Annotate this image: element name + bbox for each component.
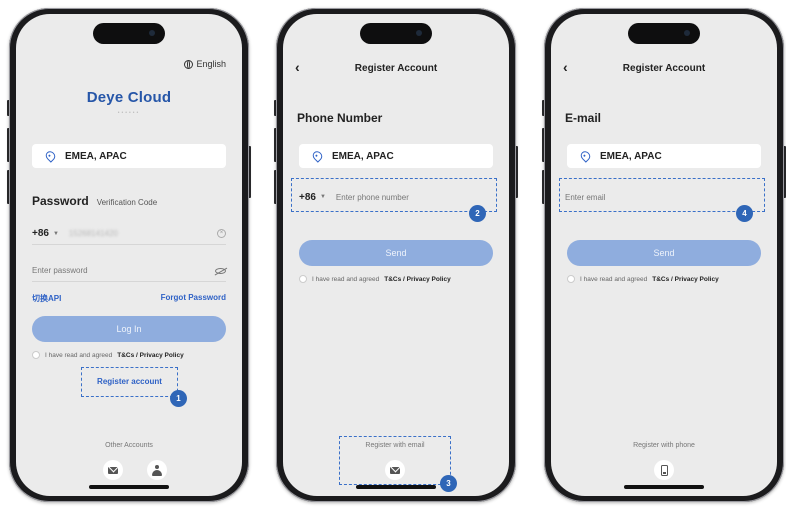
tab-verification-code[interactable]: Verification Code [97, 198, 157, 207]
email-input-callout-box [559, 178, 765, 212]
camera-icon [416, 30, 422, 36]
register-email-screen: ‹ Register Account E-mail EMEA, APAC Ent… [551, 14, 777, 496]
agree-radio[interactable] [32, 351, 40, 359]
send-button[interactable]: Send [567, 240, 761, 266]
home-indicator [356, 485, 436, 489]
camera-icon [684, 30, 690, 36]
dynamic-island [628, 23, 700, 44]
step-badge-4: 4 [736, 205, 753, 222]
phone-login: English Deye Cloud •••••• EMEA, APAC Pas… [7, 8, 251, 502]
logo-subtitle: •••••• [117, 110, 141, 116]
clear-icon[interactable]: × [217, 229, 226, 238]
home-indicator [89, 485, 169, 489]
terms-link[interactable]: T&Cs / Privacy Policy [384, 276, 450, 283]
region-selector[interactable]: EMEA, APAC [299, 144, 493, 168]
language-selector[interactable]: English [184, 59, 226, 69]
page-title: Register Account [354, 63, 438, 74]
language-label: English [196, 59, 226, 69]
terms-agreement: I have read and agreed T&Cs / Privacy Po… [299, 275, 451, 283]
agree-radio[interactable] [567, 275, 575, 283]
phone-input-callout-box [291, 178, 497, 212]
dynamic-island [93, 23, 165, 44]
step-badge-3: 3 [440, 475, 457, 492]
region-selector[interactable]: EMEA, APAC [567, 144, 761, 168]
section-title: Phone Number [297, 111, 383, 125]
password-input-row[interactable]: Enter password [32, 260, 226, 282]
mobile-phone-icon [660, 464, 668, 476]
mail-icon [390, 466, 400, 474]
chevron-down-icon[interactable]: ▼ [53, 231, 59, 237]
location-pin-icon [310, 149, 325, 163]
switch-api-link[interactable]: 切换API [32, 293, 61, 304]
phone-input-row[interactable]: +86 ▼ 15268141420 × [32, 223, 226, 245]
location-pin-icon [578, 149, 593, 163]
register-email-button[interactable] [385, 460, 405, 480]
person-icon [152, 464, 162, 476]
other-accounts-label: Other Accounts [105, 442, 153, 449]
step-badge-2: 2 [469, 205, 486, 222]
region-selector[interactable]: EMEA, APAC [32, 144, 226, 168]
register-with-email-label: Register with email [365, 442, 425, 449]
register-with-phone-label: Register with phone [633, 442, 695, 449]
account-login-button[interactable] [147, 460, 167, 480]
forgot-password-link[interactable]: Forgot Password [161, 293, 226, 302]
region-label: EMEA, APAC [65, 150, 127, 162]
agree-text: I have read and agreed [45, 351, 113, 359]
region-label: EMEA, APAC [600, 150, 662, 162]
home-indicator [624, 485, 704, 489]
register-phone-screen: ‹ Register Account Phone Number EMEA, AP… [283, 14, 509, 496]
phone-register-phone: ‹ Register Account Phone Number EMEA, AP… [274, 8, 518, 502]
section-title: E-mail [565, 111, 602, 125]
phone-register-email: ‹ Register Account E-mail EMEA, APAC Ent… [542, 8, 786, 502]
agree-text: I have read and agreed [580, 275, 648, 283]
country-code[interactable]: +86 [32, 228, 49, 239]
login-button[interactable]: Log In [32, 316, 226, 342]
terms-agreement: I have read and agreed T&Cs / Privacy Po… [567, 275, 719, 283]
register-phone-button[interactable] [654, 460, 674, 480]
terms-agreement: I have read and agreed T&Cs / Privacy Po… [32, 351, 184, 359]
page-title: Register Account [622, 63, 706, 74]
location-pin-icon [43, 149, 58, 163]
camera-icon [149, 30, 155, 36]
login-mode-tabs: Password Verification Code [32, 194, 157, 208]
terms-link[interactable]: T&Cs / Privacy Policy [652, 276, 718, 283]
tab-password[interactable]: Password [32, 194, 89, 208]
password-field[interactable]: Enter password [32, 266, 88, 275]
mail-icon [108, 466, 118, 474]
globe-icon [184, 59, 194, 69]
phone-number-value: 15268141420 [68, 229, 118, 238]
agree-text: I have read and agreed [312, 275, 380, 283]
app-logo: Deye Cloud [86, 89, 172, 106]
send-button[interactable]: Send [299, 240, 493, 266]
agree-radio[interactable] [299, 275, 307, 283]
mail-login-button[interactable] [103, 460, 123, 480]
register-account-link[interactable]: Register account [81, 377, 178, 386]
dynamic-island [360, 23, 432, 44]
step-badge-1: 1 [170, 390, 187, 407]
eye-hidden-icon[interactable] [215, 267, 226, 274]
terms-link[interactable]: T&Cs / Privacy Policy [117, 352, 183, 359]
login-screen: English Deye Cloud •••••• EMEA, APAC Pas… [16, 14, 242, 496]
region-label: EMEA, APAC [332, 150, 394, 162]
